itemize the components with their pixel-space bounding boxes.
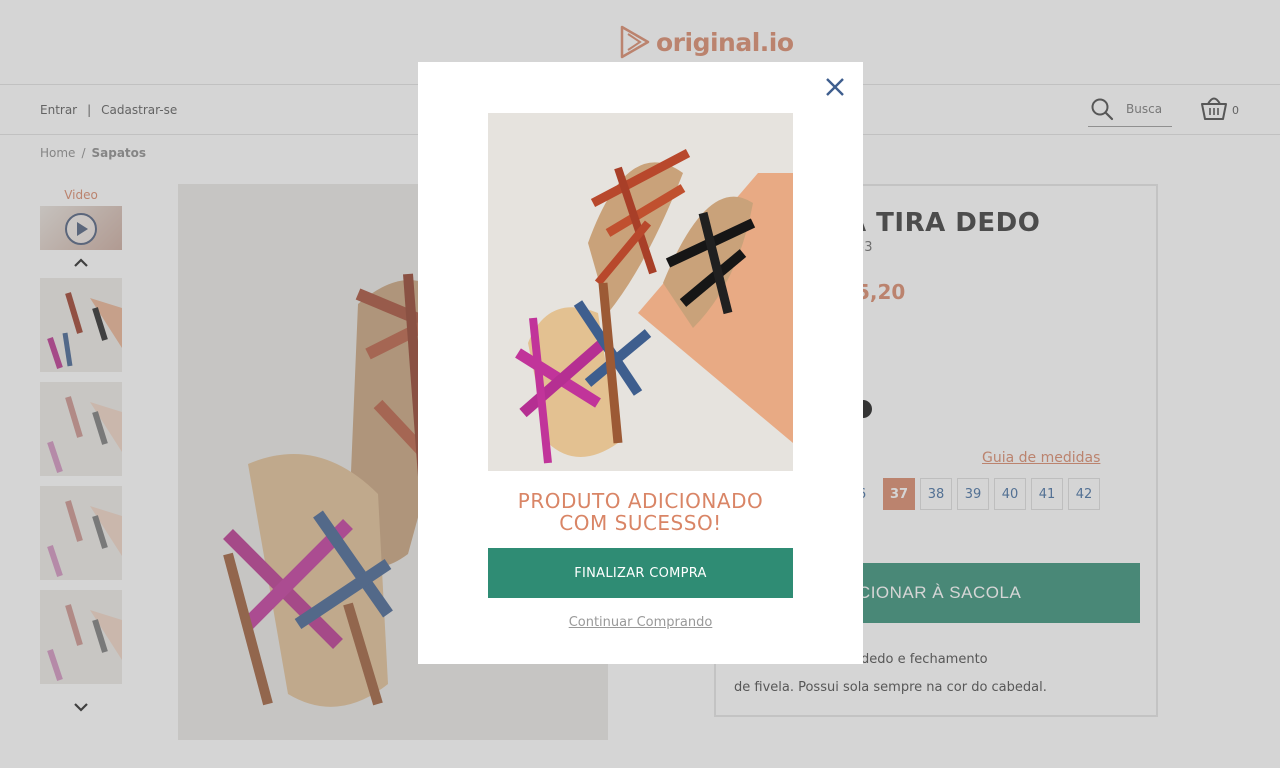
added-product-image [488, 113, 793, 471]
added-to-cart-modal: PRODUTO ADICIONADO COM SUCESSO! FINALIZA… [418, 62, 863, 664]
modal-title: PRODUTO ADICIONADO COM SUCESSO! [448, 490, 833, 534]
continue-shopping-link[interactable]: Continuar Comprando [488, 615, 793, 630]
close-icon[interactable] [824, 76, 846, 98]
modal-title-line1: PRODUTO ADICIONADO [517, 489, 764, 513]
sandals-modal-image [488, 113, 793, 471]
finish-purchase-button[interactable]: FINALIZAR COMPRA [488, 548, 793, 598]
modal-title-line2: COM SUCESSO! [559, 511, 722, 535]
